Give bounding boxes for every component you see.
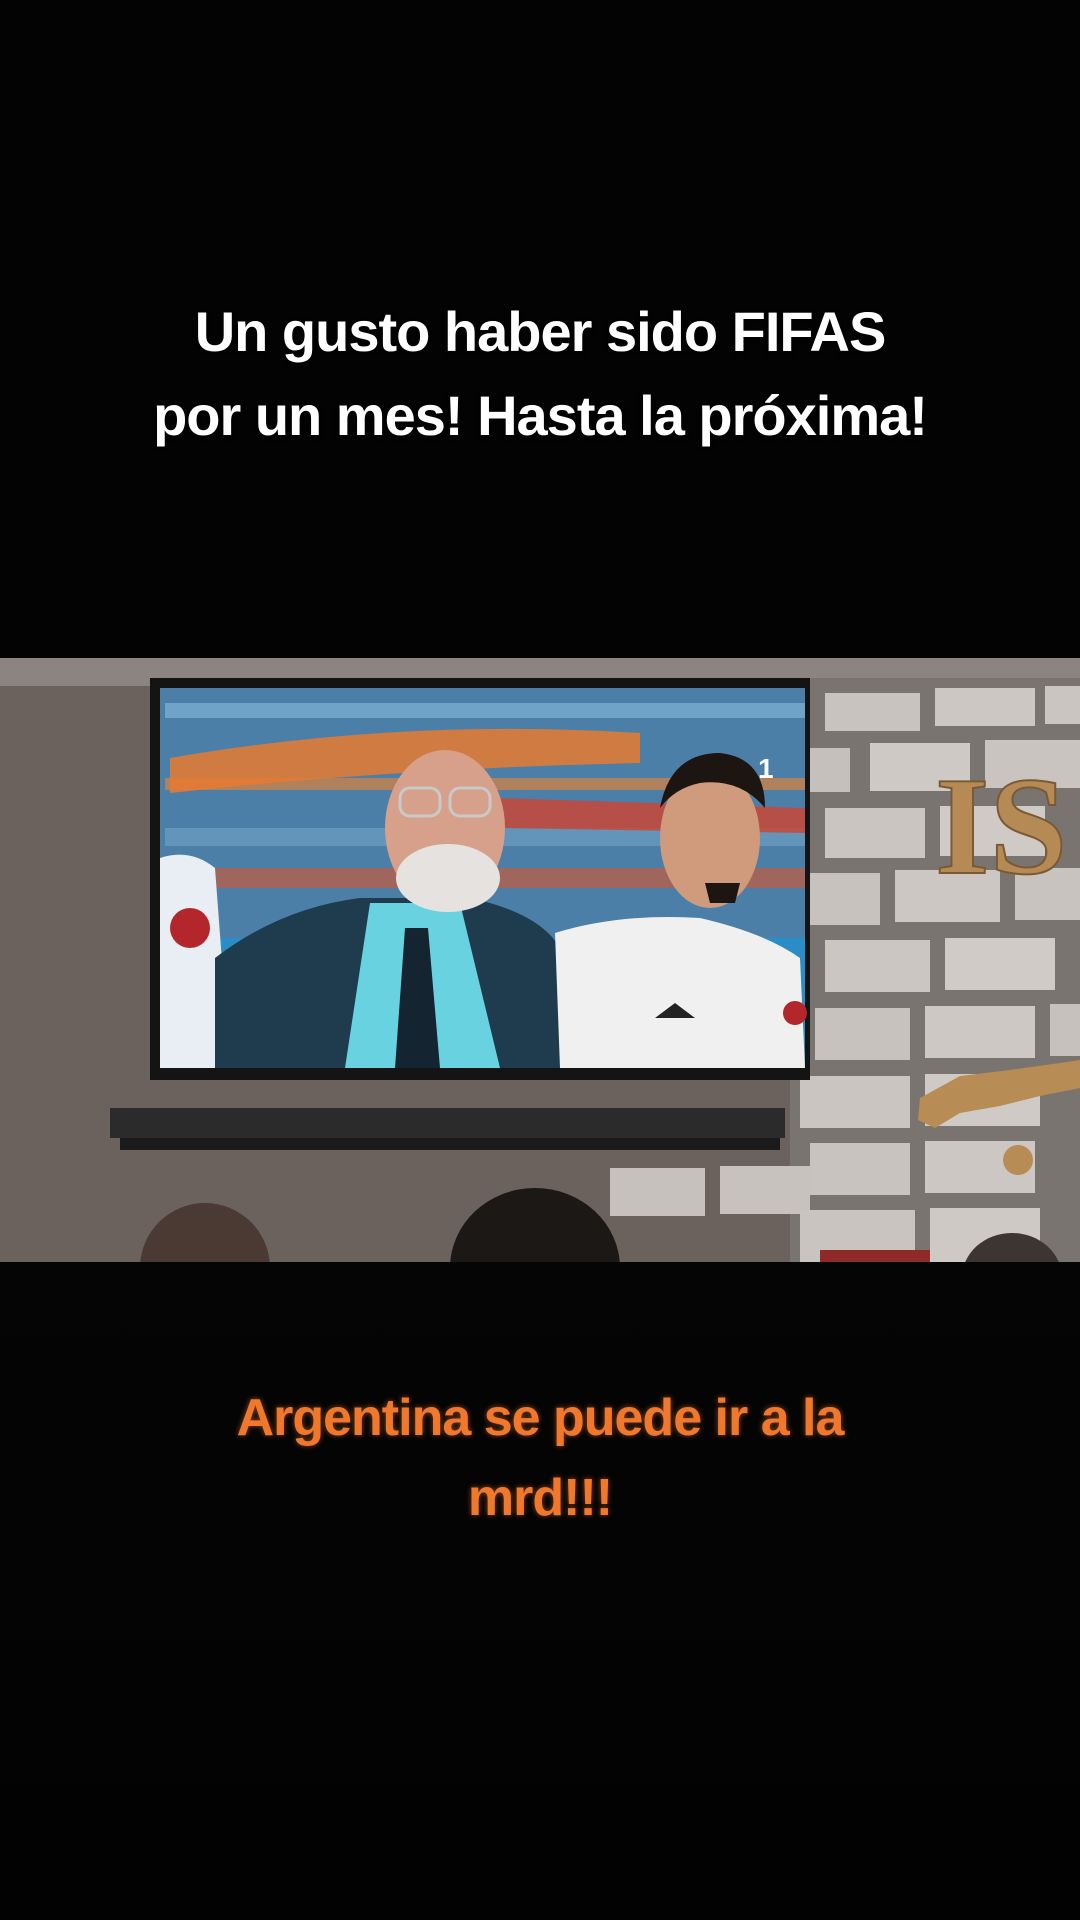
tv-shelf-shadow <box>120 1138 780 1150</box>
bottom-caption-line-2: mrd!!! <box>467 1469 613 1527</box>
tv-shelf <box>110 1108 785 1138</box>
wall-letters: IS <box>935 749 1067 904</box>
bottom-caption: Argentina se puede ir a la mrd!!! <box>60 1378 1020 1538</box>
video-player-screen[interactable]: Un gusto haber sido FIFAS por un mes! Ha… <box>0 0 1080 1920</box>
wooden-map-dot <box>1003 1145 1033 1175</box>
left-player-crest <box>170 908 210 948</box>
tv-scoreboard-digit: 1 <box>758 753 774 784</box>
right-player-beard <box>705 883 740 903</box>
coach-beard <box>396 844 500 912</box>
top-caption-line-2: por un mes! Hasta la próxima! <box>153 384 928 447</box>
video-frame[interactable]: IS 1 <box>0 658 1080 1262</box>
top-caption-line-1: Un gusto haber sido FIFAS <box>194 300 887 363</box>
bottom-dark-area <box>0 1262 1080 1920</box>
right-player-crest <box>783 1001 807 1025</box>
bottom-caption-line-1: Argentina se puede ir a la <box>236 1389 845 1447</box>
top-caption: Un gusto haber sido FIFAS por un mes! Ha… <box>60 290 1020 458</box>
chair-edge <box>820 1250 930 1262</box>
video-scene-illustration: IS 1 <box>0 658 1080 1262</box>
